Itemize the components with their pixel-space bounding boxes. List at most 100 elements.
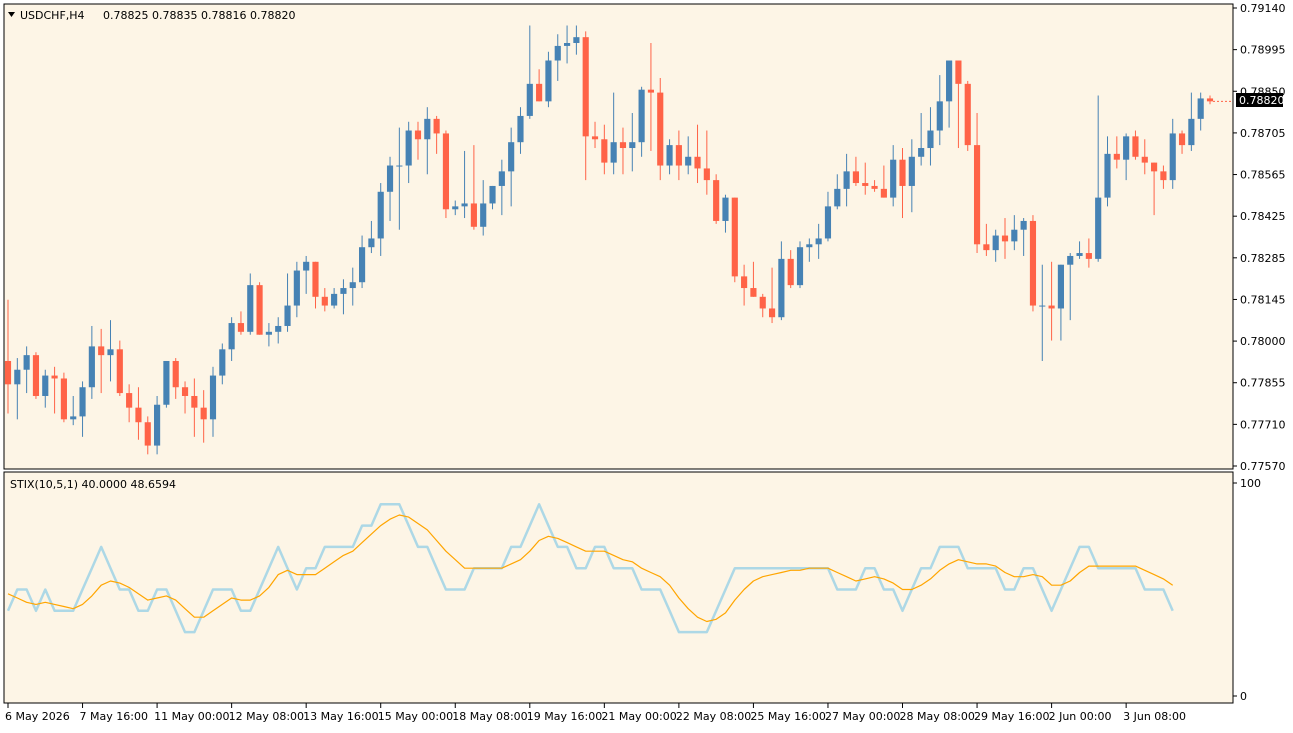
candle-body (741, 276, 748, 289)
candle-body (60, 378, 67, 420)
candle-body (694, 156, 701, 169)
candle-body (1095, 197, 1102, 259)
candle-body (498, 171, 505, 186)
indicator-tick-label: 100 (1240, 477, 1261, 490)
candle-body (144, 422, 151, 446)
candle-body (312, 261, 319, 297)
trading-chart: 0.791400.789950.788500.787050.785650.784… (3, 2, 1286, 723)
candle-body (1141, 156, 1148, 163)
candle-body (191, 395, 198, 408)
candle-body (247, 285, 254, 332)
candle-body (946, 60, 953, 102)
candle-body (135, 407, 142, 423)
candle-body (284, 305, 291, 326)
candle-body (1001, 235, 1009, 242)
candle-body (433, 118, 440, 134)
price-tick-label: 0.79140 (1240, 2, 1286, 15)
candle-body (601, 139, 608, 163)
time-tick-label: 27 May 00:00 (825, 710, 900, 723)
price-tick-label: 0.78995 (1240, 44, 1286, 57)
candle-body (806, 244, 813, 248)
candle-body (228, 323, 235, 350)
candle-body (1178, 133, 1186, 146)
candle-body (98, 346, 105, 356)
candle (1029, 215, 1037, 312)
candle-body (675, 145, 682, 166)
candle-body (1011, 229, 1018, 242)
candle-body (275, 325, 282, 332)
price-tick-label: 0.77855 (1240, 377, 1286, 390)
candle-body (983, 244, 990, 251)
candle (256, 282, 263, 335)
indicator-label: STIX(10,5,1) 40.0000 48.6594 (10, 478, 176, 491)
candle-body (582, 37, 589, 137)
candle-body (414, 130, 422, 140)
candle-body (200, 407, 207, 420)
candle-body (1057, 264, 1064, 309)
candle-body (1104, 153, 1111, 198)
time-tick-label: 15 May 00:00 (378, 710, 453, 723)
price-axis: 0.791400.789950.788500.787050.785650.784… (1233, 2, 1286, 473)
candle (442, 130, 450, 219)
candle (154, 395, 161, 455)
candle-body (843, 171, 850, 189)
candle-body (368, 238, 375, 248)
candle-body (591, 136, 599, 140)
time-tick-label: 3 Jun 08:00 (1123, 710, 1186, 723)
indicator-axis: 100 0 (1233, 477, 1261, 703)
time-tick-label: 25 May 16:00 (750, 710, 825, 723)
candle (32, 352, 40, 399)
time-tick-label: 11 May 00:00 (154, 710, 229, 723)
candle-body (563, 43, 571, 46)
stix-indicator-panel[interactable] (3, 471, 1234, 704)
candle-body (526, 83, 533, 116)
candle (163, 360, 170, 408)
candle-body (852, 171, 859, 184)
candle-body (759, 296, 766, 309)
candle-body (1076, 253, 1083, 256)
candle-body (349, 282, 356, 289)
time-tick-label: 12 May 08:00 (229, 710, 304, 723)
price-tick-label: 0.78000 (1240, 335, 1286, 348)
candle-body (657, 92, 664, 166)
candle-body (508, 142, 515, 172)
symbol-label[interactable]: USDCHF,H4 (20, 9, 85, 22)
candle-body (1123, 136, 1130, 160)
price-tick-label: 0.77710 (1240, 418, 1286, 431)
candle-body (154, 404, 161, 446)
time-axis: 6 May 2026 7 May 16:00 11 May 00:00 12 May … (5, 703, 1186, 723)
candle-body (573, 37, 580, 44)
candle-body (1169, 133, 1176, 181)
candle-body (265, 331, 272, 335)
candle-body (1039, 305, 1046, 307)
candle-body (964, 83, 971, 146)
candle-body (973, 145, 981, 245)
candle-body (722, 197, 729, 221)
candle-body (293, 270, 300, 306)
candle-body (927, 130, 934, 149)
candle-body (70, 416, 77, 420)
candle-body (237, 323, 245, 332)
candle-body (517, 115, 524, 143)
price-panel[interactable] (3, 3, 1234, 470)
candle-body (163, 360, 170, 405)
time-tick-label: 19 May 16:00 (527, 710, 602, 723)
candle-body (713, 180, 720, 221)
candle-body (685, 156, 692, 166)
candle-body (424, 118, 431, 140)
candle-body (181, 387, 189, 396)
candle-body (666, 145, 673, 166)
candle-body (750, 288, 757, 297)
candle (713, 174, 720, 224)
candle-body (405, 130, 412, 166)
time-tick-label: 7 May 16:00 (80, 710, 148, 723)
candle-body (470, 203, 477, 227)
time-tick-label: 21 May 00:00 (601, 710, 676, 723)
candle-body (1197, 98, 1204, 119)
candle-body (536, 83, 543, 102)
candle-body (1160, 171, 1167, 181)
candle (964, 80, 971, 151)
candle-body (219, 349, 226, 376)
candle-body (116, 349, 123, 394)
ohlc-label: 0.78825 0.78835 0.78816 0.78820 (103, 9, 295, 22)
